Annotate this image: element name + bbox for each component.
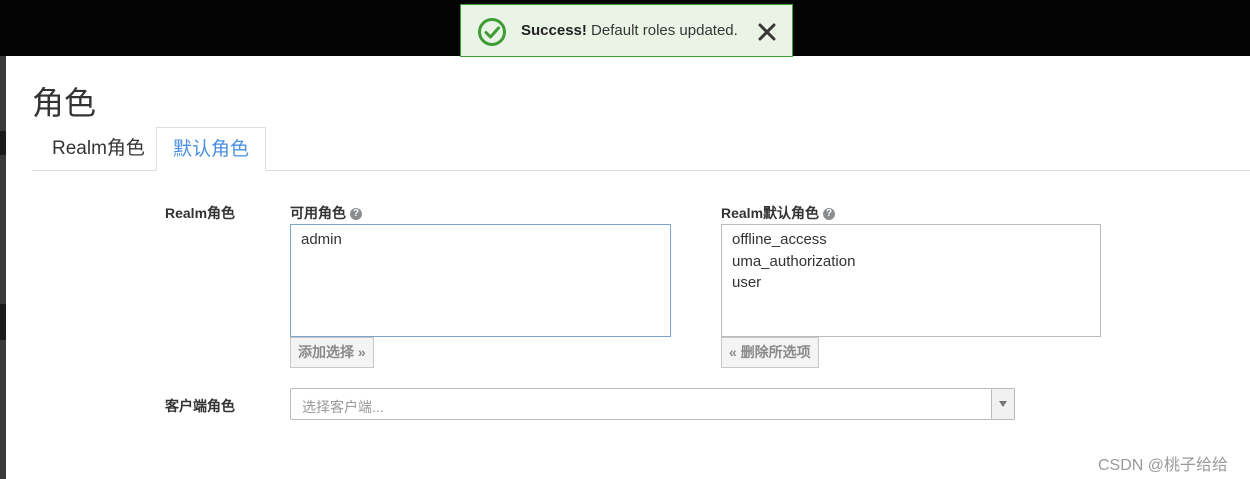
list-item[interactable]: offline_access xyxy=(732,229,1090,251)
default-roles-label-text: Realm默认角色 xyxy=(721,205,820,221)
remove-selected-button[interactable]: « 删除所选项 xyxy=(721,337,819,368)
success-toast: Success! Default roles updated. xyxy=(460,4,793,57)
client-select[interactable]: 选择客户端... xyxy=(290,388,1015,420)
list-item[interactable]: user xyxy=(732,272,1090,294)
double-right-icon: » xyxy=(357,344,366,360)
help-icon[interactable]: ? xyxy=(823,208,836,221)
client-select-placeholder: 选择客户端... xyxy=(302,399,384,415)
default-roles-list[interactable]: offline_access uma_authorization user xyxy=(721,224,1101,337)
chevron-down-icon[interactable] xyxy=(991,389,1014,419)
toast-message: Success! Default roles updated. xyxy=(521,22,738,39)
realm-roles-section-label: Realm角色 xyxy=(165,205,236,221)
check-circle-icon xyxy=(478,18,506,46)
list-item[interactable]: admin xyxy=(301,229,660,251)
add-selected-button[interactable]: 添加选择 » xyxy=(290,337,374,368)
available-roles-label: 可用角色? xyxy=(290,203,362,223)
help-icon[interactable]: ? xyxy=(350,208,362,221)
tab-bar: Realm角色 默认角色 xyxy=(32,127,1250,171)
watermark: CSDN @桃子给给 xyxy=(1098,457,1229,474)
toast-title: Success! xyxy=(521,22,587,39)
client-roles-label: 客户端角色 xyxy=(165,398,235,414)
close-icon[interactable] xyxy=(757,22,777,42)
remove-selected-label: 删除所选项 xyxy=(740,344,811,360)
tab-default-roles[interactable]: 默认角色 xyxy=(156,127,266,171)
double-left-icon: « xyxy=(729,344,737,360)
default-roles-label: Realm默认角色? xyxy=(721,203,836,223)
available-roles-label-text: 可用角色 xyxy=(290,205,346,221)
toast-text: Default roles updated. xyxy=(591,22,738,39)
available-roles-list[interactable]: admin xyxy=(290,224,671,337)
page-title: 角色 xyxy=(32,85,97,121)
left-edge-strip xyxy=(0,56,6,479)
tab-realm-roles[interactable]: Realm角色 xyxy=(32,127,156,170)
add-selected-label: 添加选择 xyxy=(298,344,354,360)
list-item[interactable]: uma_authorization xyxy=(732,251,1090,273)
